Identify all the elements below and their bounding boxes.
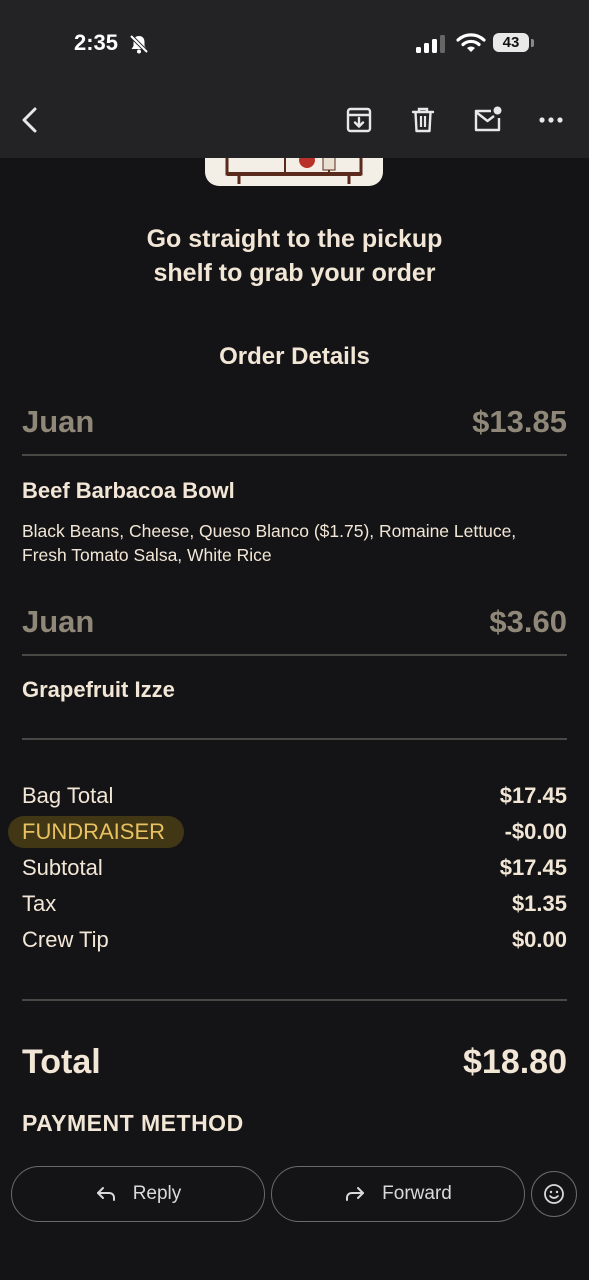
item-price: $3.60 [489,604,567,639]
forward-button[interactable]: Forward [271,1166,525,1222]
battery-level: 43 [502,34,520,51]
divider [22,454,567,456]
cellular-signal-icon [416,34,448,54]
item-modifiers: Black Beans, Cheese, Queso Blanco ($1.75… [22,519,572,567]
summary-value-tax: $1.35 [511,891,567,916]
emoji-reaction-icon[interactable] [531,1171,577,1217]
summary-label-subtotal: Subtotal [22,855,103,880]
divider [22,654,567,656]
forward-label: Forward [382,1183,452,1204]
summary-label-fundraiser: FUNDRAISER [22,819,166,844]
more-options-icon[interactable] [534,103,568,137]
payment-method-heading: PAYMENT METHOD [22,1110,244,1136]
headline-line-1: Go straight to the pickup [146,225,443,253]
divider [22,738,567,740]
pickup-headline: Go straight to the pickup shelf to grab … [0,222,589,290]
wifi-icon [456,32,486,54]
total-label: Total [22,1043,101,1081]
summary-label-crew-tip: Crew Tip [22,927,109,952]
total-value: $18.80 [463,1043,567,1081]
divider [22,999,567,1001]
item-modifiers-line-1: Black Beans, Cheese, Queso Blanco ($1.75… [22,521,517,541]
reply-label: Reply [132,1183,182,1204]
back-arrow-icon[interactable] [14,103,48,137]
summary-value-fundraiser: -$0.00 [504,819,567,844]
order-details-heading: Order Details [219,343,370,370]
forward-arrow-icon [346,1187,365,1201]
summary-value-bag-total: $17.45 [499,783,567,808]
item-title: Grapefruit Izze [22,677,175,702]
item-owner-name: Juan [22,404,95,439]
summary-label-tax: Tax [22,891,57,916]
summary-value-crew-tip: $0.00 [511,927,567,952]
item-owner-name: Juan [22,604,95,639]
mark-unread-icon[interactable] [470,103,504,137]
item-modifiers-line-2: Fresh Tomato Salsa, White Rice [22,545,272,565]
reply-arrow-icon [96,1187,115,1201]
item-title: Beef Barbacoa Bowl [22,478,235,503]
archive-icon[interactable] [342,103,376,137]
headline-line-2: shelf to grab your order [153,259,436,287]
status-time: 2:35 [74,30,119,55]
summary-label-bag-total: Bag Total [22,783,114,808]
silent-bell-icon [128,33,150,55]
item-price: $13.85 [472,404,567,439]
reply-button[interactable]: Reply [11,1166,265,1222]
summary-value-subtotal: $17.45 [499,855,567,880]
battery-icon: 43 [493,32,535,54]
trash-icon[interactable] [406,103,440,137]
